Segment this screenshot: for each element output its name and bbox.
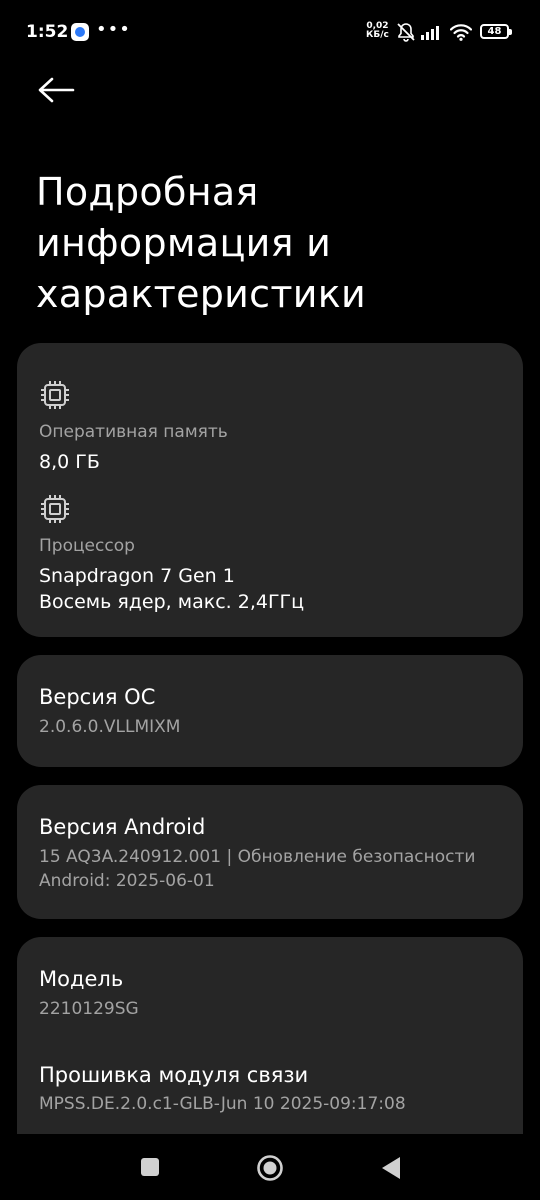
processor-cores: Восемь ядер, макс. 2,4ГГц [39, 591, 305, 613]
os-version-title: Версия ОС [39, 685, 156, 709]
specs-card: Оперативная память 8,0 ГБ Процессор Snap… [17, 343, 523, 637]
messenger-notification-icon [71, 23, 89, 41]
os-version-value: 2.0.6.0.VLLMIXM [39, 717, 181, 737]
page-title: Подробная информация и характеристики [36, 170, 367, 317]
baseband-value: MPSS.DE.2.0.c1-GLB-Jun 10 2025-09:17:08 [39, 1094, 406, 1114]
model-title: Модель [39, 967, 124, 991]
processor-model: Snapdragon 7 Gen 1 [39, 565, 235, 587]
model-value: 2210129SG [39, 999, 139, 1019]
recents-button[interactable] [139, 1156, 161, 1178]
more-notifications-icon: ••• [96, 19, 131, 40]
baseband-title: Прошивка модуля связи [39, 1063, 309, 1087]
signal-icon [421, 26, 439, 40]
device-info-card: Модель 2210129SG Прошивка модуля связи M… [17, 937, 523, 1167]
android-version-line2: Android: 2025-06-01 [39, 871, 215, 891]
ram-value: 8,0 ГБ [39, 451, 100, 473]
memory-chip-icon [41, 381, 69, 409]
os-version-card[interactable]: Версия ОС 2.0.6.0.VLLMIXM [17, 655, 523, 767]
back-arrow-icon[interactable] [36, 74, 76, 106]
network-speed: 0,02 КБ/с [366, 22, 389, 40]
android-version-card[interactable]: Версия Android 15 AQ3A.240912.001 | Обно… [17, 785, 523, 919]
navigation-bar [0, 1134, 540, 1200]
ram-label: Оперативная память [39, 422, 228, 442]
processor-label: Процессор [39, 536, 135, 556]
home-button[interactable] [255, 1153, 285, 1183]
android-version-title: Версия Android [39, 815, 206, 839]
network-speed-unit: КБ/с [366, 30, 389, 40]
processor-chip-icon [41, 495, 69, 523]
battery-icon: 48 [480, 24, 512, 39]
bell-muted-icon [397, 23, 415, 42]
status-bar: 1:52 ••• 0,02 КБ/с 48 [0, 0, 540, 64]
back-nav-button[interactable] [378, 1155, 402, 1181]
android-version-line1: 15 AQ3A.240912.001 | Обновление безопасн… [39, 847, 476, 867]
status-time: 1:52 [26, 22, 69, 42]
wifi-icon [450, 24, 472, 41]
